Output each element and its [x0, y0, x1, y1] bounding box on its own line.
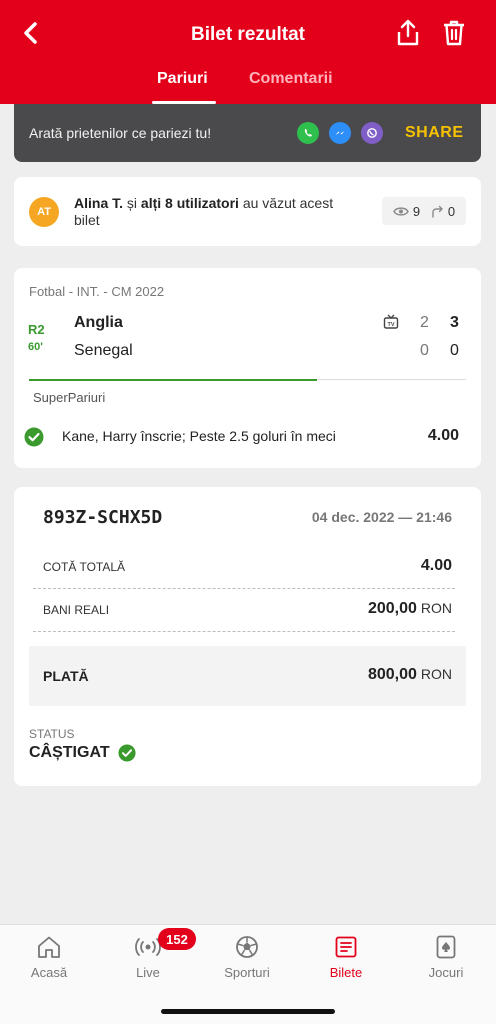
match-progress-fill: [29, 378, 318, 381]
tab-comentarii[interactable]: Comentarii: [249, 70, 333, 88]
market-label: SuperPariuri: [33, 390, 106, 405]
nav-label-sporturi: Sporturi: [224, 965, 270, 980]
share-export-button[interactable]: [393, 18, 423, 48]
row-divider: [33, 631, 455, 632]
stake-value: 200,00 RON: [368, 600, 452, 618]
payout-currency: RON: [420, 666, 452, 682]
stake-amount: 200,00: [367, 600, 417, 617]
avatar[interactable]: AT: [29, 197, 59, 227]
nav-label-live: Live: [136, 965, 160, 980]
selection-odds: 4.00: [427, 427, 459, 444]
ticket-id: 893Z-SCHX5D: [43, 507, 163, 528]
whatsapp-icon[interactable]: [297, 122, 319, 144]
payout-value: 800,00 RON: [368, 666, 452, 684]
home-score: 3: [450, 314, 459, 331]
nav-label-jocuri: Jocuri: [428, 965, 464, 980]
home-team: Anglia: [74, 314, 123, 331]
nav-label-bilete: Bilete: [329, 965, 363, 980]
status-text: CÂȘTIGAT: [29, 744, 110, 761]
home-indicator: [161, 1009, 335, 1014]
share-banner: Arată prietenilor ce pariezi tu! SHARE: [14, 104, 481, 162]
payout-label: PLATĂ: [43, 668, 89, 684]
eye-icon: [393, 206, 409, 216]
share-button[interactable]: SHARE: [405, 124, 464, 142]
away-halftime-score: 0: [420, 342, 429, 359]
ticket-list-icon: [335, 936, 357, 958]
viewer-others: alți 8 utilizatori: [140, 195, 239, 211]
total-odds-label: COTĂ TOTALĂ: [43, 560, 126, 574]
bet-selection: Kane, Harry înscrie; Peste 2.5 goluri în…: [62, 428, 336, 444]
stake-currency: RON: [420, 600, 452, 616]
viber-icon[interactable]: [361, 122, 383, 144]
trash-icon: [444, 20, 464, 46]
delete-button[interactable]: [439, 18, 469, 48]
card-game-icon: [436, 935, 456, 959]
status-label: STATUS: [29, 727, 75, 741]
nav-item-jocuri[interactable]: Jocuri: [406, 933, 486, 980]
ticket-stats: 9 0: [382, 197, 466, 225]
shares-count: 0: [447, 203, 456, 219]
app-header: Bilet rezultat Pariuri Comentarii: [0, 0, 496, 104]
share-prompt: Arată prietenilor ce pariezi tu!: [29, 125, 212, 141]
won-check-icon: [118, 744, 136, 762]
viewers-card: AT Alina T. și alți 8 utilizatori au văz…: [14, 177, 481, 246]
payout-row: PLATĂ 800,00 RON: [29, 646, 466, 706]
messenger-icon[interactable]: [329, 122, 351, 144]
svg-text:TV: TV: [387, 322, 394, 328]
ticket-summary-card: 893Z-SCHX5D 04 dec. 2022 — 21:46 COTĂ TO…: [14, 487, 481, 786]
nav-item-bilete[interactable]: Bilete: [306, 933, 386, 980]
viewer-name: Alina T.: [74, 195, 124, 211]
ticket-tabs: Pariuri Comentarii: [0, 70, 496, 104]
row-divider: [33, 588, 455, 589]
won-check-icon: [24, 427, 44, 452]
away-score: 0: [450, 342, 459, 359]
live-count-badge: 152: [158, 928, 196, 950]
nav-item-acasa[interactable]: Acasă: [9, 933, 89, 980]
views-stat: 9: [393, 204, 420, 219]
home-halftime-score: 2: [420, 314, 429, 331]
away-team: Senegal: [74, 342, 133, 359]
nav-item-sporturi[interactable]: Sporturi: [207, 933, 287, 980]
payout-amount: 800,00: [367, 666, 417, 683]
viewer-joiner: și: [126, 195, 138, 211]
tv-icon: TV: [383, 314, 399, 334]
views-count: 9: [412, 203, 421, 219]
shares-stat: 0: [431, 204, 455, 219]
match-progress-bar: [29, 378, 466, 381]
event-card[interactable]: Fotbal - INT. - CM 2022 R2 60' Anglia Se…: [14, 268, 481, 468]
tab-pariuri[interactable]: Pariuri: [157, 70, 208, 88]
stake-label: BANI REALI: [43, 603, 110, 617]
match-minute: 60': [28, 341, 43, 353]
ticket-status: CÂȘTIGAT: [29, 744, 136, 762]
league-label: Fotbal - INT. - CM 2022: [29, 284, 165, 299]
reshare-arrow-icon: [432, 205, 443, 218]
ticket-date: 04 dec. 2022 — 21:46: [311, 509, 452, 525]
match-period: R2: [28, 322, 45, 337]
share-export-icon: [397, 19, 419, 46]
home-icon: [38, 936, 60, 958]
soccer-ball-icon: [236, 936, 258, 958]
nav-label-acasa: Acasă: [30, 965, 68, 980]
total-odds-value: 4.00: [420, 557, 452, 574]
viewers-text: Alina T. și alți 8 utilizatori au văzut …: [74, 195, 344, 229]
